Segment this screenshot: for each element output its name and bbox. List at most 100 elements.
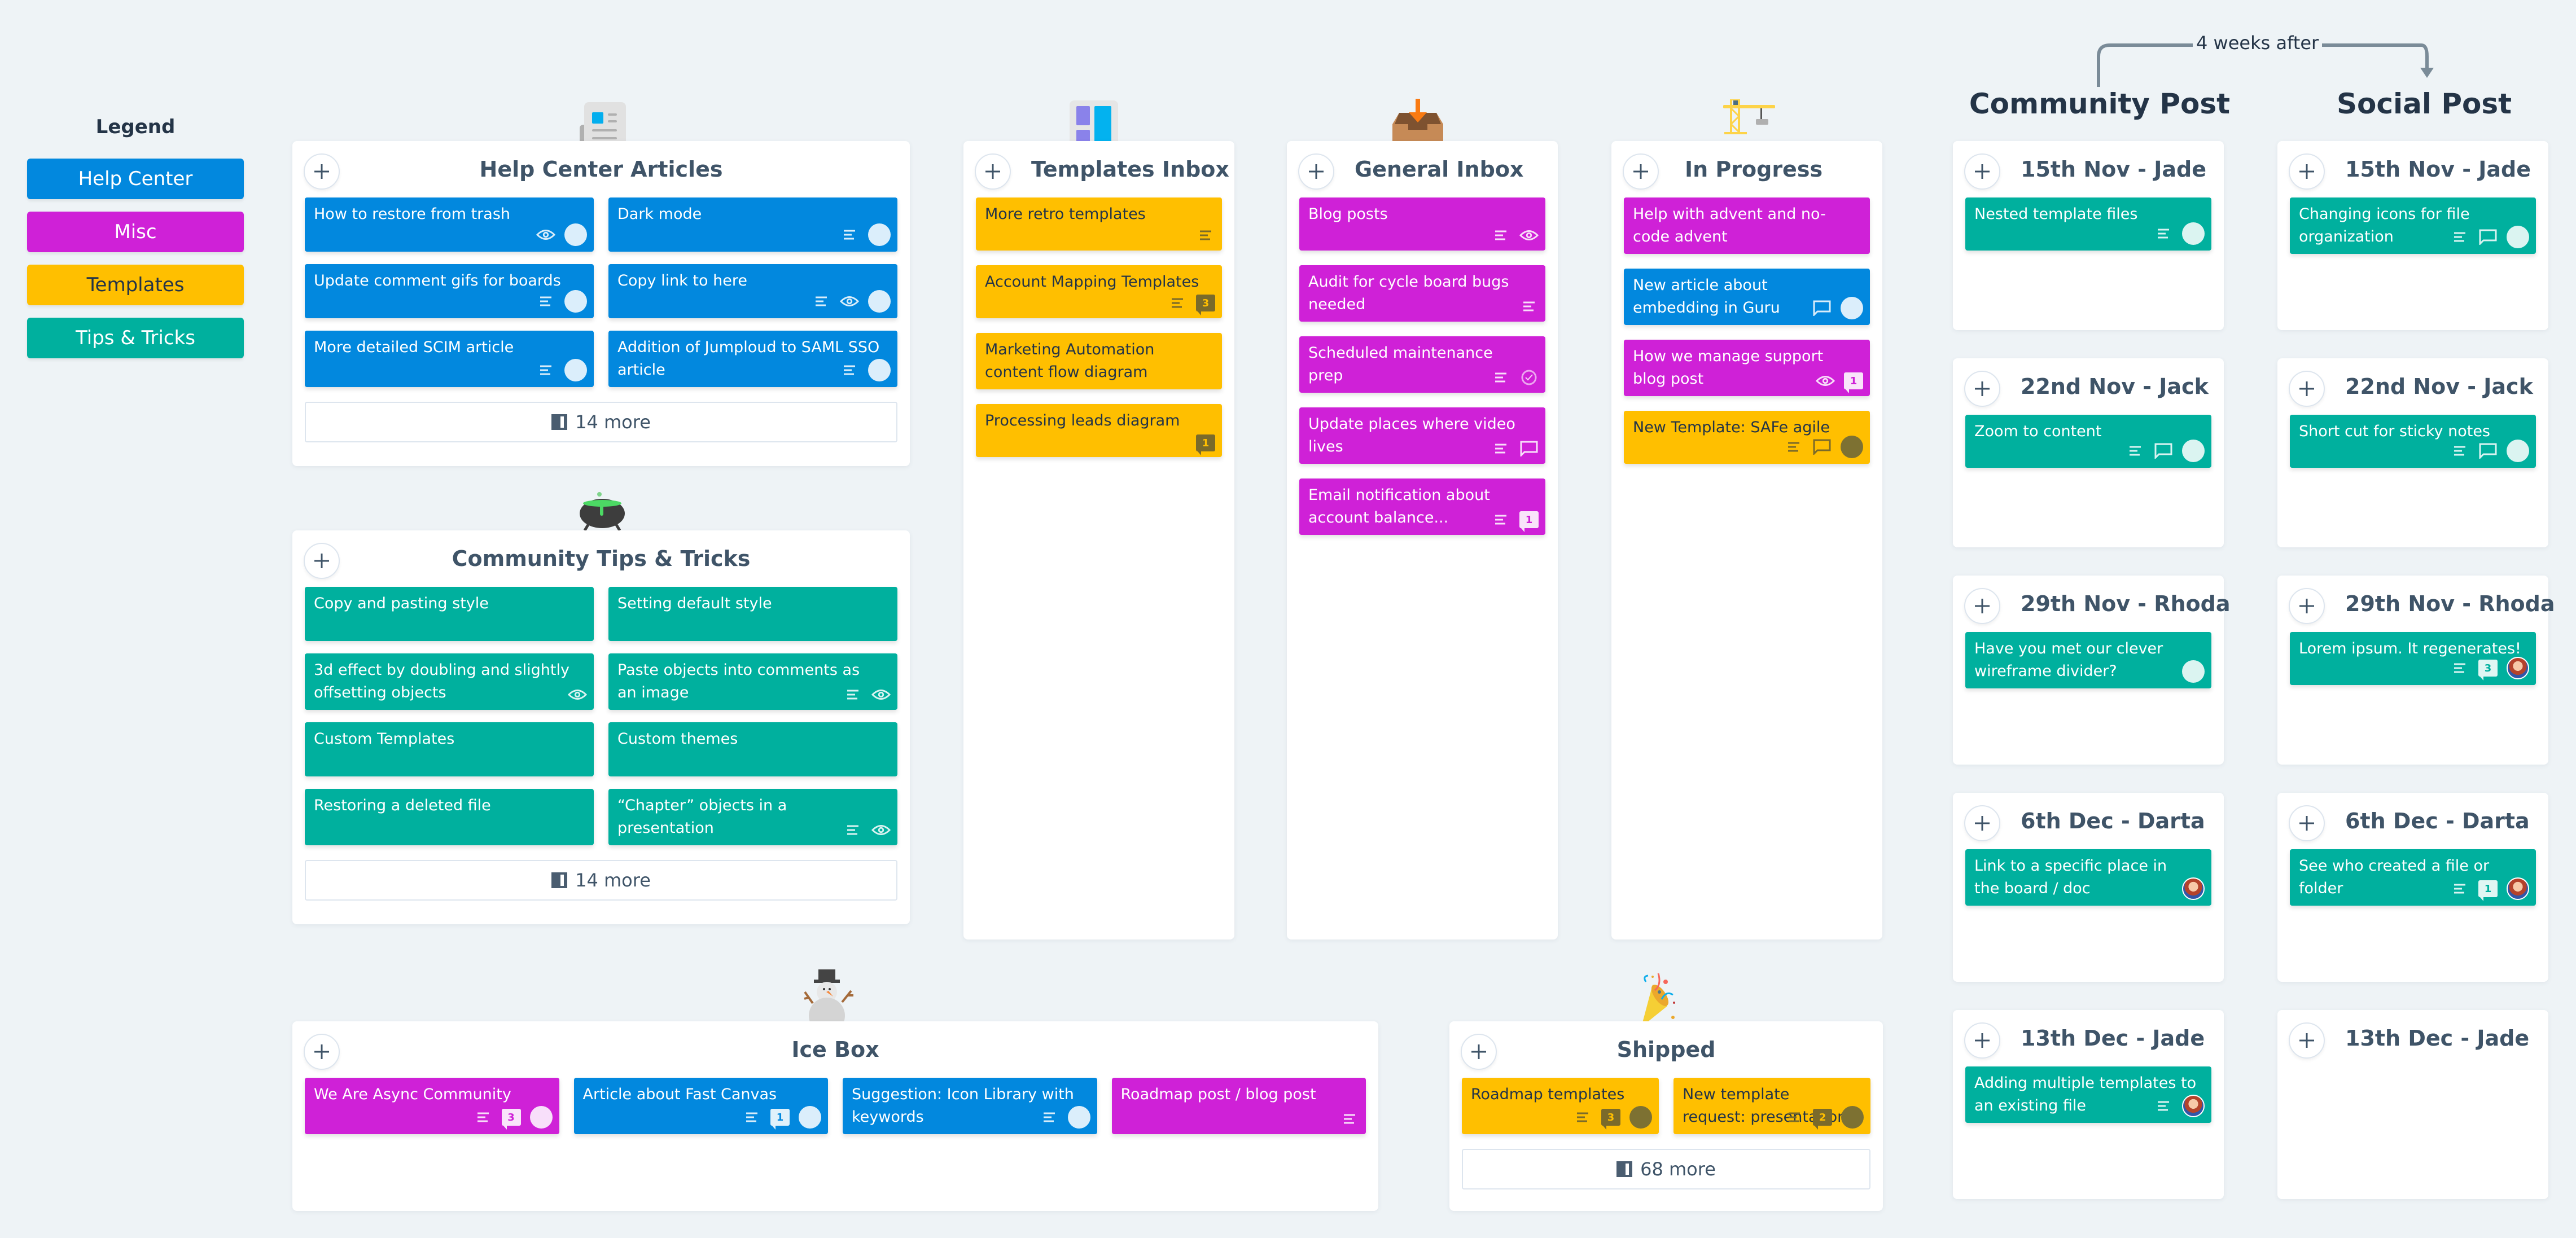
avatar[interactable] [1067,1106,1090,1129]
notes-icon[interactable] [1519,297,1539,316]
avatar[interactable] [2182,877,2205,900]
eye-icon[interactable] [1519,226,1539,245]
card[interactable]: Custom themes [608,722,897,776]
card[interactable]: Roadmap templates 3 [1462,1078,1659,1134]
card[interactable]: 3d effect by doubling and slightly offse… [305,653,594,710]
card[interactable]: More detailed SCIM article [305,331,594,387]
avatar[interactable] [868,290,891,313]
legend-item-templates[interactable]: Templates [27,265,244,305]
avatar[interactable] [868,359,891,381]
notes-icon[interactable] [840,225,859,244]
avatar[interactable] [1841,436,1863,458]
card[interactable]: Blog posts [1299,197,1545,251]
card[interactable]: Custom Templates [305,722,594,776]
comment-count-badge[interactable]: 3 [1601,1109,1620,1130]
card[interactable]: New article about embedding in Guru [1624,269,1870,325]
comment-count-badge[interactable]: 1 [1844,372,1863,393]
add-card-button[interactable] [1964,805,2000,841]
card[interactable]: Copy and pasting style [305,587,594,641]
card[interactable]: Article about Fast Canvas 1 [573,1078,828,1134]
notes-icon[interactable] [2450,441,2469,460]
card[interactable]: Adding multiple templates to an existing… [1965,1066,2211,1123]
notes-icon[interactable] [2450,227,2469,247]
card[interactable]: Update comment gifs for boards [305,264,594,318]
show-more-button[interactable]: 14 more [305,402,897,442]
card[interactable]: Account Mapping Templates 3 [976,265,1222,318]
avatar[interactable] [564,223,587,246]
avatar[interactable] [2507,440,2529,462]
add-card-button[interactable] [1461,1034,1497,1070]
notes-icon[interactable] [812,292,831,311]
notes-icon[interactable] [1491,510,1510,529]
comment-count-badge[interactable]: 1 [770,1109,790,1130]
card[interactable]: “Chapter” objects in a presentation [608,789,897,845]
notes-icon[interactable] [1491,226,1510,245]
legend-item-tips-tricks[interactable]: Tips & Tricks [27,318,244,358]
notes-icon[interactable] [536,361,555,380]
card[interactable]: Update places where video lives [1299,407,1545,464]
avatar[interactable] [2182,1095,2205,1117]
card[interactable]: Copy link to here [608,264,897,318]
eye-icon[interactable] [1816,371,1835,390]
comment-icon[interactable] [1812,298,1832,318]
notes-icon[interactable] [1168,293,1187,313]
card[interactable]: Short cut for sticky notes [2290,415,2536,468]
avatar[interactable] [2507,226,2529,248]
card[interactable]: Addition of Jumploud to SAML SSO article [608,331,897,387]
avatar[interactable] [564,359,587,381]
card[interactable]: Scheduled maintenance prep [1299,336,1545,393]
card[interactable]: How to restore from trash [305,197,594,252]
add-card-button[interactable] [1623,153,1659,190]
card[interactable]: Restoring a deleted file [305,789,594,845]
comment-count-badge[interactable]: 3 [501,1109,521,1130]
add-card-button[interactable] [2289,153,2325,190]
add-card-button[interactable] [1298,153,1334,190]
notes-icon[interactable] [536,292,555,311]
notes-icon[interactable] [843,685,862,704]
card[interactable]: Suggestion: Icon Library with keywords [843,1078,1097,1134]
avatar[interactable] [2507,877,2529,900]
avatar[interactable] [2182,660,2205,683]
card[interactable]: New Template: SAFe agile [1624,411,1870,464]
progress-check-icon[interactable] [1519,368,1539,387]
add-card-button[interactable] [304,153,340,190]
card[interactable]: Email notification about account balance… [1299,478,1545,535]
notes-icon[interactable] [843,820,862,840]
avatar[interactable] [799,1106,821,1129]
comment-icon[interactable] [2478,227,2498,247]
show-more-button[interactable]: 68 more [1462,1149,1870,1189]
avatar[interactable] [2182,222,2205,245]
card[interactable]: Paste objects into comments as an image [608,653,897,710]
card[interactable]: Dark mode [608,197,897,252]
comment-icon[interactable] [2154,441,2173,460]
avatar[interactable] [2182,440,2205,462]
card[interactable]: Setting default style [608,587,897,641]
avatar[interactable] [2507,657,2529,679]
card[interactable]: Zoom to content [1965,415,2211,468]
avatar[interactable] [1841,1106,1864,1129]
eye-icon[interactable] [568,685,587,704]
notes-icon[interactable] [1340,1109,1359,1129]
notes-icon[interactable] [1785,1108,1804,1127]
notes-icon[interactable] [1196,226,1215,245]
notes-icon[interactable] [742,1108,761,1127]
card[interactable]: We Are Async Community 3 [305,1078,559,1134]
notes-icon[interactable] [840,361,859,380]
card[interactable]: Help with advent and no-code advent [1624,197,1870,254]
comment-count-badge[interactable]: 3 [2478,660,2498,681]
card[interactable]: Processing leads diagram 1 [976,404,1222,457]
card[interactable]: Audit for cycle board bugs needed [1299,265,1545,322]
add-card-button[interactable] [2289,805,2325,841]
comment-icon[interactable] [1812,437,1832,456]
comment-icon[interactable] [2478,441,2498,460]
add-card-button[interactable] [304,543,340,579]
notes-icon[interactable] [2450,879,2469,898]
avatar[interactable] [1841,297,1863,319]
card[interactable]: More retro templates [976,197,1222,251]
eye-icon[interactable] [871,685,891,704]
notes-icon[interactable] [474,1108,493,1127]
comment-count-badge[interactable]: 3 [1196,295,1215,315]
card[interactable]: Roadmap post / blog post [1111,1078,1366,1134]
show-more-button[interactable]: 14 more [305,860,897,901]
card[interactable]: Changing icons for file organization [2290,197,2536,254]
